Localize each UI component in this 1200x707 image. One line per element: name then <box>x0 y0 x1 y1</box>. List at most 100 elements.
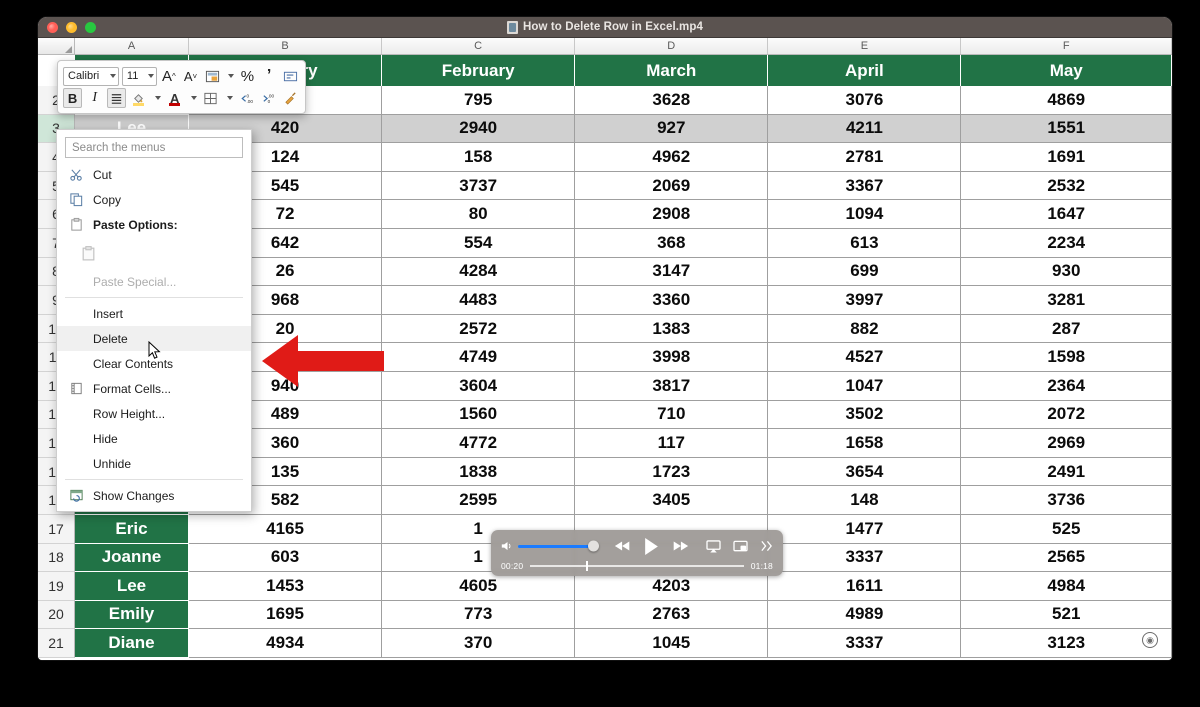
cell-may[interactable]: 525 <box>961 515 1172 544</box>
cell-february[interactable]: 3604 <box>382 372 575 401</box>
cell-april[interactable]: 3337 <box>768 629 961 658</box>
cell-march[interactable]: 368 <box>575 229 768 258</box>
cell-may[interactable]: 1691 <box>961 143 1172 172</box>
comma-style-icon[interactable]: ’ <box>260 66 279 86</box>
cell-march[interactable]: 1723 <box>575 458 768 487</box>
column-header-f[interactable]: F <box>961 38 1172 54</box>
align-icon[interactable] <box>107 88 126 108</box>
cell-name[interactable]: Lee <box>75 572 189 601</box>
cell-february[interactable]: 370 <box>382 629 575 658</box>
minimize-button[interactable] <box>66 22 77 33</box>
cell-april[interactable]: 4989 <box>768 601 961 630</box>
cell-march[interactable]: 3628 <box>575 86 768 115</box>
shrink-font-icon[interactable]: A˅ <box>181 66 200 86</box>
cell-april[interactable]: 1477 <box>768 515 961 544</box>
cell-march[interactable]: 4962 <box>575 143 768 172</box>
borders-icon[interactable] <box>201 88 220 108</box>
font-name-combo[interactable]: Calibri <box>63 67 119 86</box>
cell-february[interactable]: 158 <box>382 143 575 172</box>
menu-item-hide[interactable]: Hide <box>57 426 251 451</box>
cell-february[interactable]: 1560 <box>382 401 575 430</box>
chevron-down-icon[interactable] <box>187 88 198 108</box>
cell-may[interactable]: 2364 <box>961 372 1172 401</box>
cell-march[interactable]: 3147 <box>575 258 768 287</box>
chevron-down-icon[interactable] <box>223 88 234 108</box>
cell-may[interactable]: 3736 <box>961 486 1172 515</box>
row-number[interactable]: 20 <box>38 601 75 630</box>
cell-january[interactable]: 4165 <box>189 515 382 544</box>
grow-font-icon[interactable]: A^ <box>160 66 179 86</box>
cell-march[interactable]: 2069 <box>575 172 768 201</box>
airplay-button[interactable] <box>706 540 721 553</box>
cell-may[interactable]: 4869 <box>961 86 1172 115</box>
cell-january[interactable]: 603 <box>189 544 382 573</box>
cell-may[interactable]: 2072 <box>961 401 1172 430</box>
italic-icon[interactable]: I <box>85 88 104 108</box>
cell-april[interactable]: 1094 <box>768 200 961 229</box>
cell-february[interactable]: 2595 <box>382 486 575 515</box>
cell-february[interactable]: 80 <box>382 200 575 229</box>
cell-march[interactable]: 2908 <box>575 200 768 229</box>
cell-may[interactable]: 3281 <box>961 286 1172 315</box>
search-menus-input[interactable]: Search the menus <box>65 137 243 158</box>
cell-march[interactable]: 927 <box>575 115 768 144</box>
play-button[interactable] <box>643 537 660 556</box>
table-row[interactable]: 19Lee14534605420316114984 <box>38 572 1172 601</box>
menu-item-clear-contents[interactable]: Clear Contents <box>57 351 251 376</box>
cell-april[interactable]: 1047 <box>768 372 961 401</box>
cell-name[interactable]: Emily <box>75 601 189 630</box>
cell-february[interactable]: 2940 <box>382 115 575 144</box>
cell-may[interactable]: 2491 <box>961 458 1172 487</box>
cell-name[interactable]: Diane <box>75 629 189 658</box>
cell-february[interactable]: 773 <box>382 601 575 630</box>
menu-item-insert[interactable]: Insert <box>57 301 251 326</box>
cell-march[interactable]: 1383 <box>575 315 768 344</box>
row-number[interactable]: 19 <box>38 572 75 601</box>
column-header-b[interactable]: B <box>189 38 382 54</box>
cell-april[interactable]: 3654 <box>768 458 961 487</box>
cell-march[interactable]: 3405 <box>575 486 768 515</box>
cell-may[interactable]: 287 <box>961 315 1172 344</box>
menu-item-unhide[interactable]: Unhide <box>57 451 251 476</box>
cell-february[interactable]: 4749 <box>382 343 575 372</box>
cell-may[interactable]: 2532 <box>961 172 1172 201</box>
cell-april[interactable]: 1658 <box>768 429 961 458</box>
fast-forward-button[interactable] <box>671 540 689 552</box>
menu-item-copy[interactable]: Copy <box>57 187 251 212</box>
cell-february[interactable]: 4284 <box>382 258 575 287</box>
cell-name[interactable]: Joanne <box>75 544 189 573</box>
table-row[interactable]: 20Emily169577327634989521 <box>38 601 1172 630</box>
more-button[interactable] <box>760 540 773 552</box>
cell-april[interactable]: 4211 <box>768 115 961 144</box>
row-number[interactable]: 17 <box>38 515 75 544</box>
resize-badge-icon[interactable]: ◉ <box>1142 632 1158 648</box>
accounting-number-format-icon[interactable] <box>203 66 222 86</box>
cell-name[interactable]: Eric <box>75 515 189 544</box>
cell-may[interactable]: 2234 <box>961 229 1172 258</box>
cell-march[interactable]: 117 <box>575 429 768 458</box>
menu-item-delete[interactable]: Delete <box>57 326 251 351</box>
cell-march[interactable]: 2763 <box>575 601 768 630</box>
menu-item-show-changes[interactable]: Show Changes <box>57 483 251 508</box>
cell-february[interactable]: 3737 <box>382 172 575 201</box>
cell-february[interactable]: 795 <box>382 86 575 115</box>
cell-february[interactable]: 1838 <box>382 458 575 487</box>
cell-may[interactable]: 1598 <box>961 343 1172 372</box>
zoom-button[interactable] <box>85 22 96 33</box>
volume-slider-knob[interactable] <box>588 541 599 552</box>
cell-february[interactable]: 4605 <box>382 572 575 601</box>
cell-march[interactable]: 3817 <box>575 372 768 401</box>
cell-january[interactable]: 1695 <box>189 601 382 630</box>
cell-april[interactable]: 3502 <box>768 401 961 430</box>
column-header-c[interactable]: C <box>382 38 575 54</box>
cell-april[interactable]: 1611 <box>768 572 961 601</box>
cell-january[interactable]: 4934 <box>189 629 382 658</box>
table-row[interactable]: 21Diane4934370104533373123 <box>38 629 1172 658</box>
cell-may[interactable]: 1551 <box>961 115 1172 144</box>
cell-march[interactable]: 3998 <box>575 343 768 372</box>
cell-may[interactable]: 521 <box>961 601 1172 630</box>
menu-item-paste-keep-formatting[interactable] <box>57 237 251 269</box>
cell-february[interactable]: 2572 <box>382 315 575 344</box>
percent-style-icon[interactable]: % <box>238 66 257 86</box>
cell-may[interactable]: 2565 <box>961 544 1172 573</box>
